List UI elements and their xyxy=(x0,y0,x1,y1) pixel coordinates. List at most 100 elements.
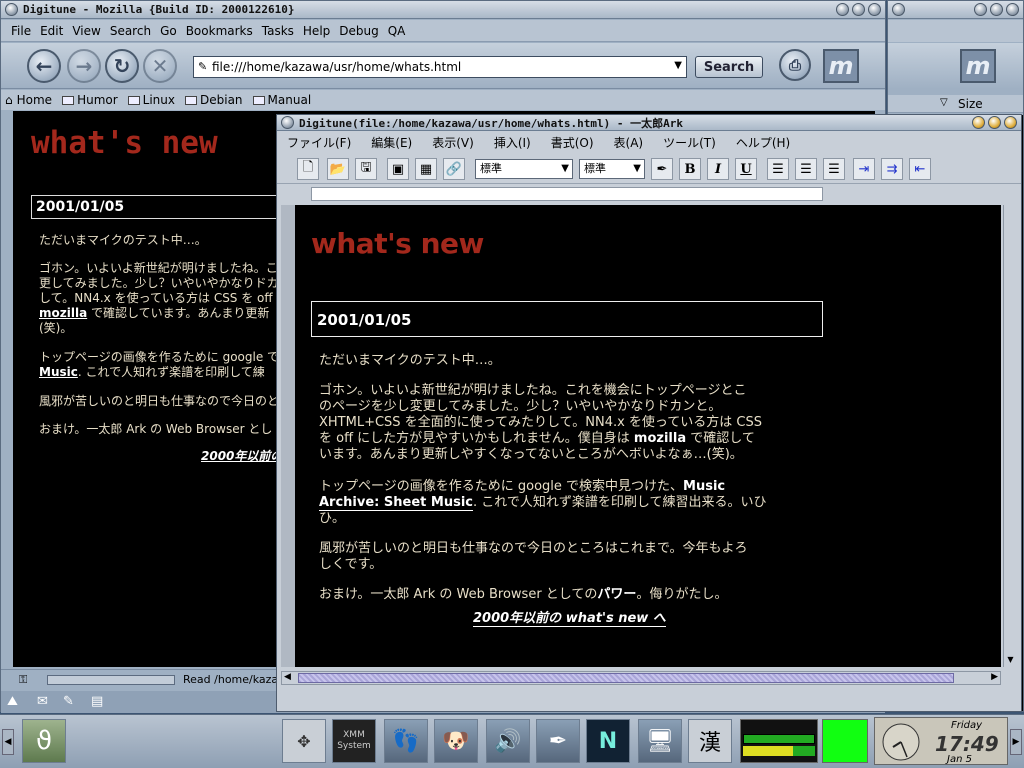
archive-link[interactable]: 2000年以前の xyxy=(201,447,282,464)
reload-button[interactable]: ↻ xyxy=(105,49,139,83)
window-menu-button[interactable] xyxy=(5,3,18,16)
horizontal-scrollbar[interactable]: ◀ ▶ xyxy=(281,671,1001,685)
horizontal-scroll-thumb[interactable] xyxy=(298,673,954,683)
sort-arrow-icon[interactable]: ▽ xyxy=(940,97,948,108)
minimize-button[interactable] xyxy=(972,116,985,129)
ark-menu-tools[interactable]: ツール(T) xyxy=(663,134,716,151)
window-menu-button[interactable] xyxy=(281,116,294,129)
scroll-down-icon[interactable]: ▼ xyxy=(1005,655,1016,665)
menu-file[interactable]: File xyxy=(11,24,31,38)
indent-button[interactable]: ⇥ xyxy=(853,158,875,180)
ark-menu-file[interactable]: ファイル(F) xyxy=(287,134,351,151)
bookmark-home[interactable]: ⌂ Home xyxy=(5,93,52,107)
list-button[interactable]: ⇉ xyxy=(881,158,903,180)
ark-menu-insert[interactable]: 挿入(I) xyxy=(494,134,531,151)
color-picker-button[interactable]: ✒ xyxy=(651,158,673,180)
bookmark-humor[interactable]: Humor xyxy=(62,93,118,107)
forward-button[interactable]: → xyxy=(67,49,101,83)
mozilla-link[interactable]: mozilla xyxy=(39,306,87,320)
align-center-button[interactable]: ☰ xyxy=(795,158,817,180)
mail-icon[interactable]: ✉ xyxy=(37,694,48,709)
panel-hide-left-button[interactable]: ◀ xyxy=(2,729,14,755)
ark-menu-view[interactable]: 表示(V) xyxy=(432,134,474,151)
back-button[interactable]: ← xyxy=(27,49,61,83)
menu-search[interactable]: Search xyxy=(110,24,151,38)
sound-launcher[interactable]: 🔊 xyxy=(486,719,530,763)
font-select[interactable]: 標準 ▼ xyxy=(579,159,645,179)
bookmark-manual[interactable]: Manual xyxy=(252,93,311,107)
save-button[interactable]: 🖫 xyxy=(355,158,377,180)
panel-hide-right-button[interactable]: ▶ xyxy=(1010,729,1022,755)
minimize-button[interactable] xyxy=(974,3,987,16)
menu-tasks[interactable]: Tasks xyxy=(262,24,294,38)
insert-image-button[interactable]: ▣ xyxy=(387,158,409,180)
music-archive-link[interactable]: Archive: Sheet Music xyxy=(319,495,473,511)
url-field[interactable]: ✎ file:///home/kazawa/usr/home/whats.htm… xyxy=(193,56,687,78)
stop-button[interactable]: ✕ xyxy=(143,49,177,83)
close-button[interactable] xyxy=(1006,3,1019,16)
new-document-button[interactable]: 🗋 xyxy=(297,158,319,180)
ark-document[interactable]: what's new 2001/01/05 ただいまマイクのテスト中…。 ゴホン… xyxy=(295,205,1001,667)
ark-menu-edit[interactable]: 編集(E) xyxy=(371,134,412,151)
ark-menu-format[interactable]: 書式(O) xyxy=(551,134,594,151)
music-text[interactable]: Music xyxy=(683,479,725,494)
navigator-icon[interactable]: ⛰ xyxy=(7,694,18,709)
input-method-button[interactable]: 漢 xyxy=(688,719,732,763)
window-menu-button[interactable] xyxy=(892,3,905,16)
ruler[interactable] xyxy=(311,187,823,201)
maximize-button[interactable] xyxy=(988,116,1001,129)
music-link[interactable]: Music xyxy=(39,365,78,379)
close-button[interactable] xyxy=(868,3,881,16)
underline-button[interactable]: U xyxy=(735,158,757,180)
secondary-titlebar[interactable] xyxy=(888,1,1023,19)
scroll-right-icon[interactable]: ▶ xyxy=(991,672,998,682)
footprints-launcher[interactable]: 👣 xyxy=(384,719,428,763)
vertical-scrollbar[interactable]: ▼ xyxy=(1003,205,1017,667)
archive-link[interactable]: 2000年以前の what's new へ xyxy=(473,607,666,627)
insert-link-button[interactable]: 🔗 xyxy=(443,158,465,180)
outdent-button[interactable]: ⇤ xyxy=(909,158,931,180)
bookmark-debian[interactable]: Debian xyxy=(185,93,243,107)
url-dropdown-icon[interactable]: ▼ xyxy=(674,60,682,71)
menu-qa[interactable]: QA xyxy=(388,24,406,38)
gimp-launcher[interactable]: 🐶 xyxy=(434,719,478,763)
search-button[interactable]: Search xyxy=(695,56,763,78)
close-button[interactable] xyxy=(1004,116,1017,129)
mozilla-text[interactable]: mozilla xyxy=(634,431,686,446)
composer-icon[interactable]: ✎ xyxy=(63,694,74,709)
maximize-button[interactable] xyxy=(990,3,1003,16)
menu-help[interactable]: Help xyxy=(303,24,330,38)
ark-titlebar[interactable]: Digitune(file:/home/kazawa/usr/home/what… xyxy=(277,115,1021,131)
italic-button[interactable]: I xyxy=(707,158,729,180)
mozilla-titlebar[interactable]: Digitune - Mozilla {Build ID: 2000122610… xyxy=(1,1,885,19)
editor-launcher[interactable]: ✒ xyxy=(536,719,580,763)
mozilla-throbber-icon[interactable]: m xyxy=(960,49,996,83)
gnome-foot-menu[interactable]: ϑ xyxy=(22,719,66,763)
menu-bookmarks[interactable]: Bookmarks xyxy=(186,24,253,38)
scroll-left-icon[interactable]: ◀ xyxy=(284,672,291,682)
menu-view[interactable]: View xyxy=(72,24,100,38)
clock-applet[interactable]: Friday 17:49 Jan 5 xyxy=(874,717,1008,765)
netscape-launcher[interactable]: N xyxy=(586,719,630,763)
xmms-launcher[interactable]: XMM System xyxy=(332,719,376,763)
align-left-button[interactable]: ☰ xyxy=(767,158,789,180)
maximize-button[interactable] xyxy=(852,3,865,16)
ark-menu-table[interactable]: 表(A) xyxy=(614,134,644,151)
align-right-button[interactable]: ☰ xyxy=(823,158,845,180)
pager[interactable]: ✥ xyxy=(282,719,326,763)
menu-debug[interactable]: Debug xyxy=(339,24,378,38)
paragraph-style-select[interactable]: 標準 ▼ xyxy=(475,159,573,179)
ark-menu-help[interactable]: ヘルプ(H) xyxy=(736,134,790,151)
print-button[interactable]: ⎙ xyxy=(779,49,811,81)
open-button[interactable]: 📂 xyxy=(327,158,349,180)
bold-button[interactable]: B xyxy=(679,158,701,180)
mozilla-throbber-icon[interactable]: m xyxy=(823,49,859,83)
terminal-launcher[interactable]: 🖥 xyxy=(638,719,682,763)
size-column-header[interactable]: Size xyxy=(958,97,983,111)
insert-table-button[interactable]: ▦ xyxy=(415,158,437,180)
menu-edit[interactable]: Edit xyxy=(40,24,63,38)
bookmark-linux[interactable]: Linux xyxy=(127,93,175,107)
minimize-button[interactable] xyxy=(836,3,849,16)
address-book-icon[interactable]: ▤ xyxy=(91,694,103,709)
menu-go[interactable]: Go xyxy=(160,24,177,38)
